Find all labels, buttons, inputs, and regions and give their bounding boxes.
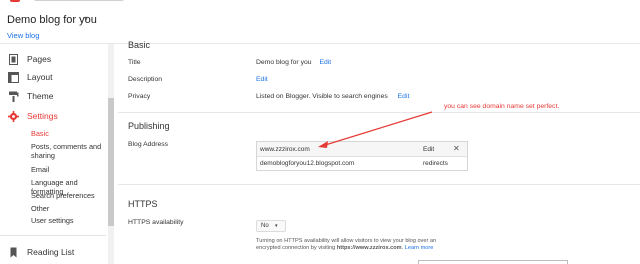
sidebar-item-reading-list[interactable]: Reading List [0, 244, 106, 262]
custom-domain-text: www.zzzirox.com [260, 146, 310, 153]
sidebar-subitem-email[interactable]: Email [31, 165, 107, 174]
custom-domain-row: www.zzzirox.com Edit ✕ [257, 142, 467, 157]
layout-icon [8, 72, 19, 83]
sidebar-scrollbar-thumb[interactable] [108, 98, 114, 226]
basic-heading: Basic [128, 40, 151, 50]
close-icon[interactable]: ✕ [453, 144, 460, 153]
sidebar-subitem-other[interactable]: Other [31, 204, 107, 213]
blog-selector-caret-icon[interactable]: ▾ [84, 14, 88, 23]
sidebar-item-theme[interactable]: Theme [0, 88, 106, 106]
privacy-label: Privacy [128, 93, 151, 100]
section-divider [118, 184, 640, 185]
https-note-line-1: Turning on HTTPS availability will allow… [256, 238, 437, 244]
https-note: Turning on HTTPS availability will allow… [256, 238, 476, 252]
sidebar-divider [0, 235, 106, 236]
blogspot-address-text: demoblogforyou12.blogspot.com [260, 160, 355, 167]
sidebar-item-label: Reading List [27, 247, 75, 257]
privacy-value: Listed on Blogger. Visible to search eng… [256, 93, 409, 100]
settings-main: Basic Title Demo blog for you Edit Descr… [118, 40, 640, 264]
description-edit-link[interactable]: Edit [256, 76, 268, 83]
bookmark-icon [10, 247, 17, 258]
theme-icon [9, 91, 19, 102]
blog-address-box: www.zzzirox.com Edit ✕ demoblogforyou12.… [256, 141, 468, 171]
title-label: Title [128, 59, 141, 66]
pages-icon [9, 54, 18, 65]
redirects-text: redirects [423, 160, 448, 167]
privacy-edit-link[interactable]: Edit [398, 93, 410, 100]
https-select-value: No [261, 223, 269, 229]
https-note-line-2: encrypted connection by visiting [256, 245, 337, 251]
chevron-down-icon: ▾ [275, 223, 278, 229]
top-header: Demo blog for you ▾ View blog [0, 0, 640, 44]
sidebar-item-label: Layout [27, 72, 53, 82]
privacy-text: Listed on Blogger. Visible to search eng… [256, 93, 388, 100]
publishing-heading: Publishing [128, 121, 170, 131]
annotation-text: you can see domain name set perfect. [444, 103, 560, 110]
gear-icon [8, 111, 19, 122]
description-label: Description [128, 76, 162, 83]
header-clipped-text [34, 0, 124, 1]
sidebar-subitem-search-preferences[interactable]: Search preferences [31, 191, 107, 200]
sidebar-item-layout[interactable]: Layout [0, 69, 106, 87]
sidebar-item-pages[interactable]: Pages [0, 51, 106, 69]
section-divider [118, 112, 640, 113]
dropdown-edge [418, 260, 568, 264]
blog-address-label: Blog Address [128, 141, 169, 148]
view-blog-link[interactable]: View blog [7, 31, 39, 40]
title-value: Demo blog for you Edit [256, 59, 331, 66]
title-edit-link[interactable]: Edit [319, 59, 331, 66]
https-note-url: https://www.zzzirox.com [336, 245, 402, 251]
sidebar-subitem-user-settings[interactable]: User settings [31, 216, 107, 225]
title-text: Demo blog for you [256, 59, 312, 66]
custom-domain-edit-link[interactable]: Edit [423, 146, 434, 153]
sidebar-item-label: Settings [27, 111, 58, 121]
sidebar-item-settings[interactable]: Settings [0, 108, 106, 126]
https-availability-select[interactable]: No ▾ [256, 220, 286, 232]
learn-more-link[interactable]: Learn more [405, 245, 434, 251]
sidebar-subitem-basic[interactable]: Basic [31, 129, 107, 138]
sidebar-item-label: Pages [27, 54, 52, 64]
sidebar-subitem-posts-comments-sharing[interactable]: Posts, comments and sharing [31, 142, 107, 160]
https-heading: HTTPS [128, 199, 158, 209]
blogger-logo[interactable] [10, 0, 20, 2]
sidebar-item-label: Theme [27, 91, 54, 101]
https-availability-label: HTTPS availability [128, 219, 184, 226]
